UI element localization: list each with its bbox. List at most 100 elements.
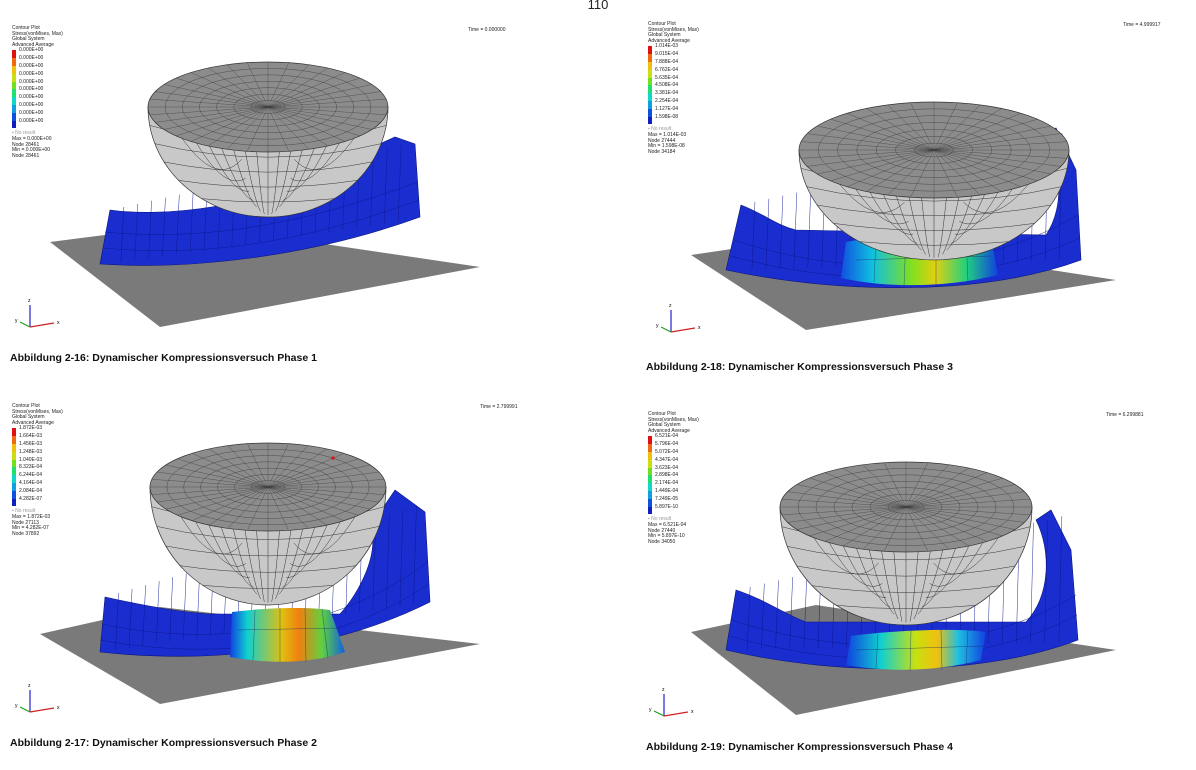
contour-legend: Contour Plot Stress(vonMises, Max) Globa… — [648, 411, 699, 545]
legend-value: 5.897E-10 — [655, 503, 679, 510]
contour-legend: Contour Plot Stress(vonMises, Max) Globa… — [12, 25, 63, 159]
legend-value: 6.244E-04 — [19, 472, 43, 479]
legend-swatch — [12, 50, 16, 59]
legend-value: 1.014E-03 — [655, 43, 679, 50]
time-label: Time = 0.000000 — [468, 27, 506, 33]
legend-min-node: Node 34184 — [648, 148, 676, 155]
legend-value: 2.898E-04 — [655, 472, 679, 479]
legend-swatch — [648, 46, 652, 55]
legend-swatch — [12, 81, 16, 90]
legend-footer: ▪ No result Max = 1.014E-03 Node 27444 Min … — [648, 127, 686, 155]
legend-swatch — [12, 89, 16, 98]
legend-value: 4.508E-04 — [655, 82, 679, 89]
legend-footer: ▪ No result Max = 0.000E+00 Node 28461 Min … — [12, 131, 51, 159]
legend-swatch — [648, 108, 652, 117]
legend-value: 0.000E+00 — [19, 70, 44, 77]
time-label: Time = 4.999917 — [1123, 22, 1161, 28]
legend-swatch — [648, 451, 652, 460]
hemisphere-indenter — [779, 461, 1033, 626]
legend-value: 1.127E-04 — [655, 105, 679, 112]
simulation-render: z x y — [15, 61, 480, 328]
axis-x-label: x — [691, 709, 694, 715]
legend-value: 0.000E+00 — [19, 62, 44, 69]
contour-legend: Contour Plot Stress(vonMises, Max) Globa… — [12, 403, 63, 537]
legend-swatch — [12, 436, 16, 444]
figure-caption: Abbildung 2-19: Dynamischer Kompressions… — [646, 741, 953, 753]
legend-value: 0.000E+00 — [19, 55, 44, 62]
legend-swatch — [648, 467, 652, 476]
legend-value: 0.000E+00 — [19, 78, 44, 85]
legend-value: 7.888E-04 — [655, 58, 679, 65]
axis-x-label: x — [698, 325, 701, 331]
legend-swatch — [648, 77, 652, 86]
axis-z-label: z — [662, 687, 665, 693]
legend-value: 2.254E-04 — [655, 97, 679, 104]
legend-value: 4.347E-04 — [655, 456, 679, 463]
legend-value: 0.000E+00 — [19, 101, 44, 108]
legend-swatch — [12, 104, 16, 113]
marker-dot — [331, 456, 335, 460]
legend-value: 9.015E-04 — [655, 51, 679, 58]
axis-triad: z x y — [656, 303, 701, 333]
legend-value: 4.282E-07 — [19, 495, 43, 502]
legend-value: 0.000E+00 — [19, 109, 44, 116]
axis-y-label: y — [649, 707, 652, 713]
time-label: Time = 6.299881 — [1106, 412, 1144, 418]
legend-value: 7.249E-05 — [655, 495, 679, 502]
simulation-render: z x y — [15, 442, 480, 713]
axis-y-label: y — [656, 323, 659, 329]
axis-z-label: z — [28, 298, 31, 304]
legend-swatch — [648, 444, 652, 452]
legend-swatch — [648, 475, 652, 484]
axis-z-label: z — [669, 303, 672, 309]
simulation-render: z x y — [649, 461, 1116, 717]
time-label: Time = 2.799991 — [480, 404, 518, 410]
legend-swatch — [12, 451, 16, 460]
figure-caption: Abbildung 2-18: Dynamischer Kompressions… — [646, 361, 953, 373]
figure-caption: Abbildung 2-16: Dynamischer Kompressions… — [10, 352, 317, 364]
legend-value: 0.000E+00 — [19, 117, 44, 124]
legend-swatch — [12, 73, 16, 82]
legend-swatch — [12, 65, 16, 74]
legend-value: 1.664E-03 — [19, 433, 43, 440]
legend-min-node: Node 37892 — [12, 530, 40, 537]
legend-swatch — [648, 54, 652, 62]
axis-x-label: x — [57, 320, 60, 326]
legend-value: 3.623E-04 — [655, 464, 679, 471]
legend-min-node: Node 34050 — [648, 538, 676, 545]
axis-triad: z x y — [649, 687, 694, 717]
legend-swatch — [12, 120, 16, 129]
axis-y-label: y — [15, 318, 18, 324]
figure-caption: Abbildung 2-17: Dynamischer Kompressions… — [10, 737, 317, 749]
legend-swatch — [12, 58, 16, 66]
axis-x-label: x — [57, 705, 60, 711]
page-number: 110 — [587, 0, 609, 12]
legend-value: 2.084E-04 — [19, 487, 43, 494]
legend-value: 3.381E-04 — [655, 90, 679, 97]
legend-swatch — [12, 498, 16, 507]
legend-swatch — [648, 61, 652, 70]
axis-y-label: y — [15, 703, 18, 709]
legend-swatch — [648, 93, 652, 101]
legend-swatch — [12, 459, 16, 468]
figure-phase-4: z x y Contour Plot Stress(vonMises, Max) G… — [646, 410, 1196, 755]
legend-swatch — [12, 482, 16, 491]
axis-triad: z x y — [15, 298, 60, 328]
axis-triad: z x y — [15, 683, 60, 713]
legend-value: 0.000E+00 — [19, 86, 44, 93]
legend-value: 1.248E-03 — [19, 448, 43, 455]
legend-value: 5.796E-04 — [655, 441, 679, 448]
legend-value: 6.762E-04 — [655, 66, 679, 73]
legend-swatch — [12, 467, 16, 476]
legend-swatch — [12, 443, 16, 452]
legend-swatch — [648, 498, 652, 507]
legend-swatch — [12, 475, 16, 483]
figure-phase-2: z x y Contour Plot Stress(vonMises, Max) G… — [10, 402, 570, 749]
legend-swatch — [648, 116, 652, 125]
legend-swatch — [648, 85, 652, 94]
contour-legend: Contour Plot Stress(vonMises, Max) Globa… — [648, 21, 699, 155]
legend-value: 1.449E-04 — [655, 487, 679, 494]
stress-contact-zone — [230, 607, 345, 662]
legend-value: 8.323E-04 — [19, 464, 43, 471]
figure-phase-3: z x y Contour Plot Stress(vonMises, Max) G… — [646, 20, 1196, 373]
